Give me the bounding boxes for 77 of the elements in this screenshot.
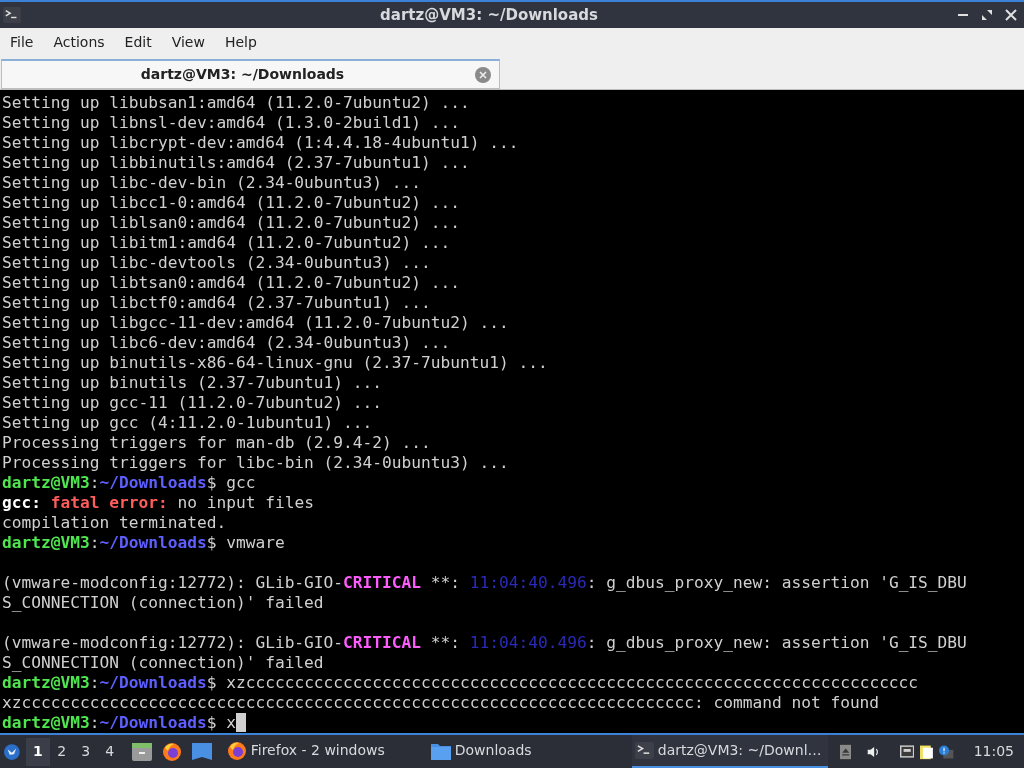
folder-icon	[430, 741, 451, 760]
terminal-text: :	[89, 673, 100, 693]
terminal-text: ~/Downloads	[99, 713, 207, 733]
terminal-text: $ xzccccccccccccccccccccccccccccccccccccccccccccccccccccccccccccccccccccc	[206, 673, 919, 693]
terminal-text: CRITICAL	[343, 633, 422, 653]
terminal-text: (vmware-modconfig:12772): GLib-GIO-	[2, 573, 344, 593]
window-title: dartz@VM3: ~/Downloads	[379, 4, 599, 26]
terminal-text: ~/Downloads	[99, 533, 207, 553]
terminal-text: Setting up gcc-11 (11.2.0-7ubuntu2) ...	[2, 393, 383, 413]
terminal-text: 11:04:40.496	[469, 573, 587, 593]
terminal-text: Setting up binutils-x86-64-linux-gnu (2.37-7ubuntu1) ...	[2, 353, 548, 373]
menu-item[interactable]: Actions	[45, 31, 113, 53]
desktop-icon[interactable]	[191, 743, 212, 760]
taskbar-task[interactable]: Downloads	[427, 735, 624, 768]
terminal-text: dartz@VM3	[2, 473, 90, 493]
terminal-text: Setting up libcc1-0:amd64 (11.2.0-7ubuntu2) ...	[2, 193, 461, 213]
terminal-text: compilation terminated.	[2, 513, 227, 533]
close-icon[interactable]	[1005, 9, 1017, 21]
terminal-text: Setting up libbinutils:amd64 (2.37-7ubuntu1) ...	[2, 153, 470, 173]
terminal-text: **:	[429, 633, 462, 653]
terminal-text: Setting up libgcc-11-dev:amd64 (11.2.0-7ubuntu2) ...	[2, 313, 509, 333]
terminal-text: gcc:	[2, 493, 41, 513]
maximize-icon[interactable]	[981, 9, 993, 21]
terminal-text: dartz@VM3	[2, 533, 90, 553]
terminal-text: (vmware-modconfig:12772): GLib-GIO-	[2, 633, 344, 653]
terminal-tab[interactable]: dartz@VM3: ~/Downloads	[1, 59, 500, 89]
terminal-text: Setting up libubsan1:amd64 (11.2.0-7ubuntu2) ...	[2, 93, 470, 113]
terminal-text: :	[89, 713, 100, 733]
menu-item[interactable]: Edit	[116, 31, 160, 53]
terminal-text: fatal error:	[49, 493, 168, 513]
clock[interactable]: 11:05	[973, 741, 1014, 762]
terminal-text: Setting up libc-devtools (2.34-0ubuntu3) ...	[2, 253, 431, 273]
terminal-text: Processing triggers for man-db (2.9.4-2) ...	[2, 433, 431, 453]
terminal-text: Setting up libc6-dev:amd64 (2.34-0ubuntu3) ...	[2, 333, 451, 353]
terminal-text: Setting up gcc (4:11.2.0-1ubuntu1) ...	[2, 413, 373, 433]
terminal-text: no input files	[176, 493, 314, 513]
firefox-icon	[161, 741, 182, 762]
terminal-text: :	[89, 533, 100, 553]
terminal-text: Setting up binutils (2.37-7ubuntu1) ...	[2, 373, 383, 393]
terminal-text: dartz@VM3	[2, 673, 90, 693]
terminal-text: xzccccccccccccccccccccccccccccccccccccccccccccccccccccccccccccccccccccc: command not found	[2, 693, 880, 713]
terminal-icon	[634, 742, 654, 759]
workspace-button[interactable]: 3	[73, 737, 98, 766]
terminal-text: Setting up libcrypt-dev:amd64 (1:4.4.18-4ubuntu1) ...	[2, 133, 519, 153]
menu-item[interactable]: File	[2, 31, 42, 53]
terminal-text: dartz@VM3	[2, 713, 90, 733]
terminal-text: Setting up libctf0:amd64 (2.37-7ubuntu1) ...	[2, 293, 431, 313]
terminal-text: : g_dbus_proxy_new: assertion 'G_IS_DBU	[586, 573, 967, 593]
terminal-icon	[3, 7, 21, 23]
terminal-text: Setting up libnsl-dev:amd64 (1.3.0-2build1) ...	[2, 113, 461, 133]
terminal-text: $ x	[206, 713, 236, 733]
taskbar-task[interactable]: dartz@VM3: ~/Downl…	[631, 735, 828, 768]
terminal-text: Setting up libc-dev-bin (2.34-0ubuntu3) ...	[2, 173, 422, 193]
firefox-icon	[226, 740, 247, 761]
terminal-text: :	[89, 473, 100, 493]
file-cabinet-icon[interactable]	[131, 742, 152, 761]
workspace-button[interactable]: 4	[97, 737, 122, 766]
menu-item[interactable]: Help	[216, 31, 265, 53]
terminal-text: Setting up libitm1:amd64 (11.2.0-7ubuntu2) ...	[2, 233, 451, 253]
terminal-text: S_CONNECTION (connection)' failed	[2, 653, 324, 673]
terminal-text: Processing triggers for libc-bin (2.34-0ubuntu3) ...	[2, 453, 509, 473]
workspace-button[interactable]: 2	[49, 737, 74, 766]
terminal-text: Setting up libtsan0:amd64 (11.2.0-7ubuntu2) ...	[2, 273, 461, 293]
network-icon[interactable]	[900, 743, 915, 760]
menu-item[interactable]: View	[163, 31, 213, 53]
taskbar-task[interactable]: Firefox - 2 windows	[223, 735, 420, 768]
terminal-text: Setting up liblsan0:amd64 (11.2.0-7ubuntu2) ...	[2, 213, 461, 233]
terminal-text: ~/Downloads	[99, 673, 207, 693]
terminal-text: **:	[429, 573, 462, 593]
workspace-button[interactable]: 1	[25, 737, 50, 766]
terminal-text: ~/Downloads	[99, 473, 207, 493]
terminal-text: $ vmware	[206, 533, 285, 553]
terminal-text: : g_dbus_proxy_new: assertion 'G_IS_DBU	[586, 633, 967, 653]
terminal-text: S_CONNECTION (connection)' failed	[2, 593, 324, 613]
terminal-text: 11:04:40.496	[469, 633, 587, 653]
terminal-text: $ gcc	[206, 473, 256, 493]
terminal-text: CRITICAL	[343, 573, 422, 593]
